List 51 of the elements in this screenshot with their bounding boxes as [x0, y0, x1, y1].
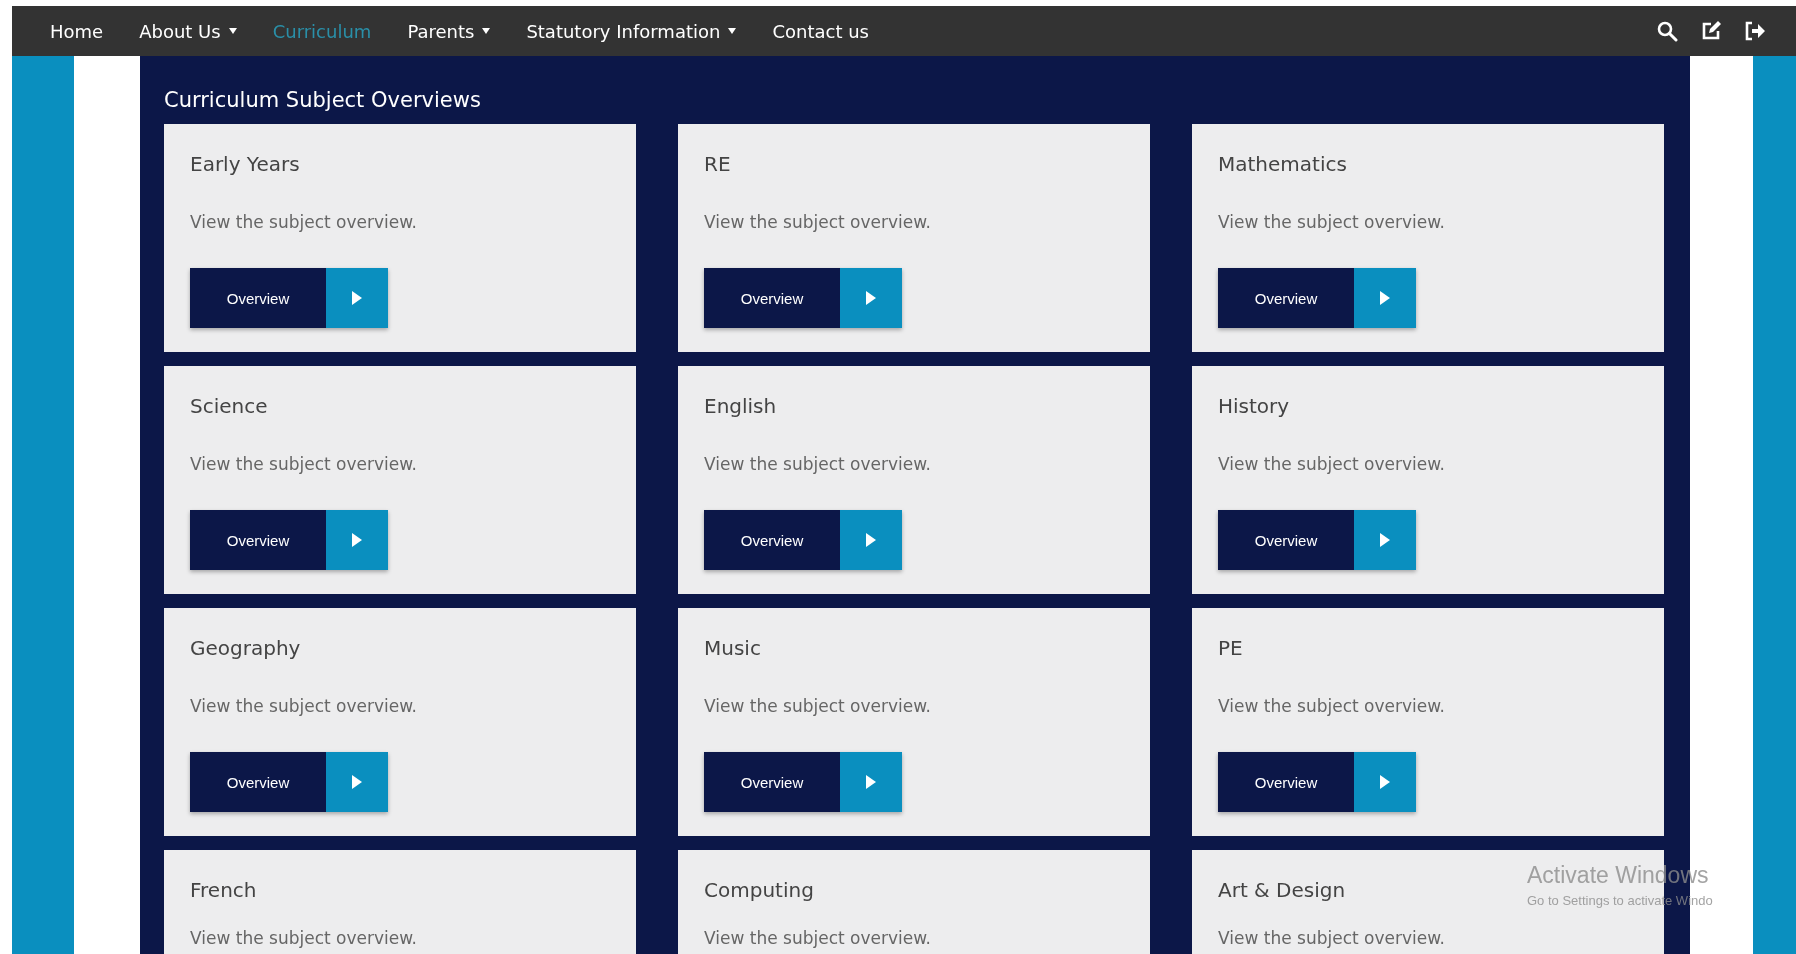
- nav-link[interactable]: Contact us: [772, 20, 869, 42]
- card-text: View the subject overview.: [704, 928, 931, 948]
- overview-button[interactable]: Overview: [1218, 510, 1416, 570]
- card-title: Mathematics: [1218, 152, 1347, 176]
- card-title: Art & Design: [1218, 878, 1346, 902]
- nav-link[interactable]: Home: [50, 20, 104, 42]
- play-icon: [351, 532, 363, 548]
- card-text: View the subject overview.: [704, 696, 931, 716]
- card-text: View the subject overview.: [190, 454, 417, 474]
- card-title: Computing: [704, 878, 814, 902]
- card-text: View the subject overview.: [704, 454, 931, 474]
- play-icon: [1379, 532, 1391, 548]
- card-title: Geography: [190, 636, 301, 660]
- nav-link[interactable]: Parents: [407, 20, 491, 42]
- sign-out-icon[interactable]: [1744, 20, 1766, 42]
- card-title: Music: [704, 636, 761, 660]
- card-text: View the subject overview.: [190, 928, 417, 948]
- overview-button[interactable]: Overview: [1218, 268, 1416, 328]
- section-title: Curriculum Subject Overviews: [164, 87, 482, 114]
- card-text: View the subject overview.: [190, 212, 417, 232]
- card-title: History: [1218, 394, 1290, 418]
- play-icon: [865, 774, 877, 790]
- play-icon: [351, 774, 363, 790]
- card-text: View the subject overview.: [1218, 928, 1445, 948]
- card-title: French: [190, 878, 257, 902]
- edit-icon[interactable]: [1700, 20, 1722, 42]
- card-text: View the subject overview.: [1218, 454, 1445, 474]
- nav-link[interactable]: Statutory Information: [526, 20, 737, 42]
- card-title: RE: [704, 152, 731, 176]
- play-icon: [1379, 774, 1391, 790]
- overview-button[interactable]: Overview: [704, 510, 902, 570]
- card-title: Science: [190, 394, 268, 418]
- overview-button[interactable]: Overview: [190, 510, 388, 570]
- overview-button[interactable]: Overview: [190, 752, 388, 812]
- play-icon: [351, 290, 363, 306]
- card-title: PE: [1218, 636, 1243, 660]
- card-title: English: [704, 394, 777, 418]
- card-text: View the subject overview.: [704, 212, 931, 232]
- card-text: View the subject overview.: [1218, 696, 1445, 716]
- play-icon: [865, 290, 877, 306]
- play-icon: [1379, 290, 1391, 306]
- card-text: View the subject overview.: [1218, 212, 1445, 232]
- overview-button[interactable]: Overview: [190, 268, 388, 328]
- overview-button[interactable]: Overview: [704, 752, 902, 812]
- overview-button[interactable]: Overview: [1218, 752, 1416, 812]
- search-icon[interactable]: [1656, 20, 1678, 42]
- card-title: Early Years: [190, 152, 300, 176]
- nav-link[interactable]: About Us: [139, 20, 237, 42]
- card-text: View the subject overview.: [190, 696, 417, 716]
- overview-button[interactable]: Overview: [704, 268, 902, 328]
- play-icon: [865, 532, 877, 548]
